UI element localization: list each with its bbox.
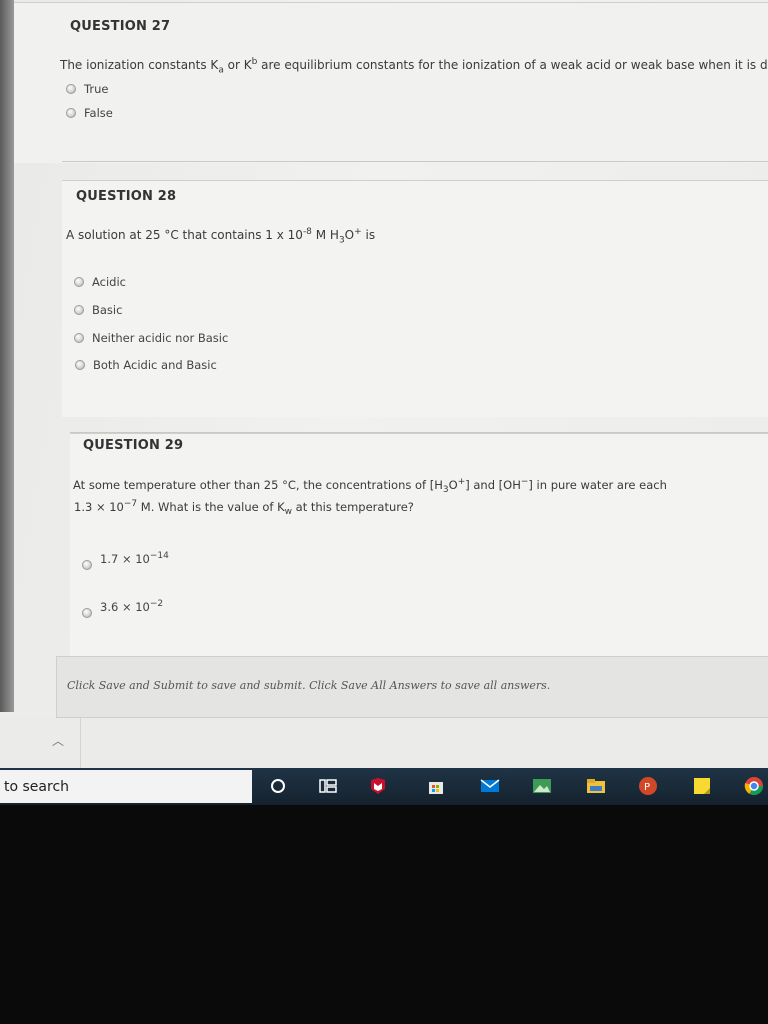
save-instructions-panel: Click Save and Submit to save and submit…	[56, 656, 768, 718]
file-explorer-icon[interactable]	[586, 776, 606, 796]
question-27-title: QUESTION 27	[70, 19, 171, 34]
chrome-icon[interactable]	[744, 776, 764, 796]
question-27-block: QUESTION 27 The ionization constants Ka …	[14, 2, 768, 163]
question-29-title: QUESTION 29	[83, 438, 184, 453]
svg-text:P: P	[644, 782, 650, 793]
monitor-bezel	[0, 805, 768, 1024]
page-bottom-area: ︿	[0, 718, 768, 768]
question-28-text: A solution at 25 °C that contains 1 x 10…	[66, 227, 376, 246]
q27-option-true[interactable]: True	[66, 82, 108, 96]
windows-taskbar: to search P	[0, 768, 768, 805]
divider	[70, 432, 768, 433]
radio-button-icon[interactable]	[66, 84, 76, 94]
q28-option-acidic[interactable]: Acidic	[74, 275, 126, 289]
mail-icon[interactable]	[480, 776, 500, 796]
store-icon[interactable]	[426, 776, 446, 796]
sticky-notes-icon[interactable]	[692, 776, 712, 796]
search-placeholder: to search	[4, 778, 70, 795]
q29-option-2[interactable]: 3.6 × 10−2	[82, 594, 163, 618]
left-panel-edge	[0, 0, 14, 712]
question-27-text: The ionization constants Ka or Kb are eq…	[60, 57, 768, 76]
q27-option-false[interactable]: False	[66, 106, 113, 120]
save-instructions-text: Click Save and Submit to save and submit…	[67, 679, 551, 692]
question-28-block: QUESTION 28 A solution at 25 °C that con…	[62, 180, 768, 417]
radio-button-icon[interactable]	[82, 560, 92, 570]
task-view-icon[interactable]	[318, 776, 338, 796]
q29-option-1[interactable]: 1.7 × 10−14	[82, 546, 169, 570]
powerpoint-icon[interactable]: P	[638, 776, 658, 796]
q28-option-both[interactable]: Both Acidic and Basic	[75, 358, 217, 372]
q28-option-neither[interactable]: Neither acidic nor Basic	[74, 331, 228, 345]
chevron-up-icon[interactable]: ︿	[52, 732, 64, 749]
radio-button-icon[interactable]	[74, 333, 84, 343]
divider	[62, 161, 768, 162]
question-28-title: QUESTION 28	[76, 189, 177, 204]
cortana-icon[interactable]	[268, 776, 288, 796]
question-29-text-line2: 1.3 × 10−7 M. What is the value of Kw at…	[74, 499, 414, 518]
photos-icon[interactable]	[532, 776, 552, 796]
radio-button-icon[interactable]	[66, 108, 76, 118]
radio-button-icon[interactable]	[82, 608, 92, 618]
question-29-text-line1: At some temperature other than 25 °C, th…	[73, 477, 667, 496]
radio-button-icon[interactable]	[74, 277, 84, 287]
q28-option-basic[interactable]: Basic	[74, 303, 122, 317]
browser-viewport: QUESTION 27 The ionization constants Ka …	[0, 0, 768, 805]
radio-button-icon[interactable]	[75, 360, 85, 370]
divider	[80, 718, 81, 768]
q29-option-2-label: 3.6 × 10−2	[100, 598, 164, 614]
radio-button-icon[interactable]	[74, 305, 84, 315]
mcafee-icon[interactable]	[368, 776, 388, 796]
taskbar-search-box[interactable]: to search	[0, 770, 252, 803]
q29-option-1-label: 1.7 × 10−14	[100, 550, 169, 566]
question-29-block: QUESTION 29 At some temperature other th…	[70, 433, 768, 656]
